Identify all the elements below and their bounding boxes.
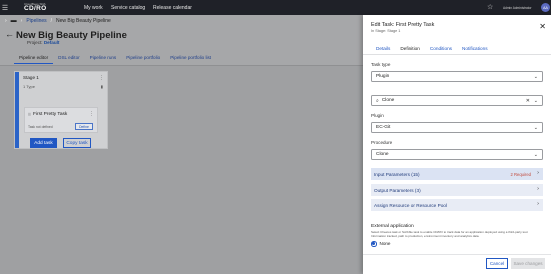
edit-task-dialog: Edit Task: First Pretty Task In Stage: S… (363, 15, 551, 274)
external-application-title: External application (371, 224, 414, 229)
assign-resource-label: Assign Resource or Resource Pool (374, 202, 447, 208)
chevron-right-icon[interactable]: › (5, 18, 7, 24)
procedure-label: Procedure (371, 140, 393, 145)
project-label: Project: (27, 40, 43, 45)
trash-icon[interactable]: ▮ (101, 84, 103, 89)
plugin-label: Plugin (371, 113, 384, 118)
dialog-subtitle: In Stage: Stage 1 (371, 29, 401, 33)
task-menu-icon[interactable]: ⋮ (89, 111, 94, 117)
dialog-title: Edit Task: First Pretty Task (371, 22, 435, 28)
procedure-value: Clone (376, 152, 389, 157)
tab-pipeline-runs[interactable]: Pipeline runs (85, 53, 122, 64)
assign-resource-accordion[interactable]: Assign Resource or Resource Pool › (371, 199, 543, 211)
clear-icon[interactable]: ✕ (526, 98, 530, 104)
task-type-value: Plugin (376, 74, 390, 79)
dialog-tab-divider (363, 54, 551, 55)
chevron-right-icon: › (537, 170, 539, 176)
project-line: Project: Default (27, 40, 59, 45)
radio-none-label: None (379, 241, 391, 247)
plugin-search-value: Clone (381, 98, 395, 103)
chevron-right-icon: › (537, 186, 539, 192)
chevron-down-icon: ⌄ (533, 125, 538, 131)
breadcrumb-separator: / (50, 18, 53, 24)
define-button[interactable]: Define (75, 123, 93, 130)
breadcrumb-separator: › (20, 18, 23, 24)
folder-icon[interactable]: ▬ (11, 18, 17, 24)
close-icon[interactable]: ✕ (539, 23, 546, 31)
task-type-select[interactable]: Plugin ⌄ (371, 71, 543, 82)
radio-button[interactable] (371, 241, 377, 247)
chevron-down-icon: ⌄ (533, 152, 538, 158)
breadcrumb-pipelines[interactable]: Pipelines (26, 18, 46, 24)
star-icon[interactable]: ☆ (487, 3, 493, 11)
page-tabs: Pipeline editor DSL editor Pipeline runs… (14, 53, 216, 64)
save-changes-button[interactable]: Save changes (511, 258, 545, 269)
required-badge: 2 Required (510, 171, 532, 177)
task-state: Task not defined (28, 125, 53, 129)
task-type-label: Task type (371, 62, 391, 67)
tab-pipeline-portfolio[interactable]: Pipeline portfolio (121, 53, 165, 64)
chevron-right-icon: › (537, 201, 539, 207)
brand-product: CD/RO (24, 4, 47, 12)
task-card[interactable]: ⠿ First Pretty Task ⋮ Task not defined D… (24, 107, 98, 133)
nav-my-work[interactable]: My work (84, 5, 103, 11)
chevron-down-icon[interactable]: ⌄ (534, 98, 538, 104)
stage-type-label: 1 Type (23, 84, 35, 89)
procedure-select[interactable]: Clone ⌄ (371, 149, 543, 160)
copy-task-button[interactable]: Copy task (63, 138, 91, 148)
input-parameters-accordion[interactable]: Input Parameters (15) 2 Required › (371, 168, 543, 180)
user-name[interactable]: Admin Administrator (503, 6, 532, 10)
stage-name: Stage 1 (23, 75, 39, 80)
tab-pipeline-portfolio-list[interactable]: Pipeline portfolio list (165, 53, 216, 64)
task-name: First Pretty Task (33, 112, 68, 117)
add-task-button[interactable]: Add task (30, 138, 57, 148)
output-parameters-label: Output Parameters (3) (374, 187, 421, 193)
stage-accent-strip (15, 72, 19, 148)
plugin-select[interactable]: EC-Git ⌄ (371, 122, 543, 133)
output-parameters-accordion[interactable]: Output Parameters (3) › (371, 184, 543, 196)
avatar[interactable]: AA (541, 3, 550, 12)
external-application-description: Select Cheetos task or Scribble task to … (371, 230, 529, 238)
brand-logo[interactable]: CloudBees SDA CD/RO (24, 2, 47, 13)
drag-handle-icon[interactable]: ⠿ (28, 112, 31, 117)
cancel-button[interactable]: Cancel (486, 258, 508, 269)
hamburger-menu-icon[interactable]: ☰ (0, 0, 10, 15)
top-bar: ☰ CloudBees SDA CD/RO My work Service ca… (0, 0, 551, 15)
input-parameters-label: Input Parameters (15) (374, 171, 420, 177)
tab-pipeline-editor[interactable]: Pipeline editor (14, 53, 54, 64)
nav-release-calendar[interactable]: Release calendar (153, 5, 192, 11)
dialog-footer-divider (363, 254, 551, 255)
stage-menu-icon[interactable]: ⋮ (99, 75, 104, 81)
breadcrumb-current: New Big Beauty Pipeline (56, 18, 111, 24)
tab-dsl-editor[interactable]: DSL editor (53, 53, 85, 64)
breadcrumb: › ▬ › Pipelines / New Big Beauty Pipelin… (5, 18, 111, 24)
plugin-value: EC-Git (376, 125, 391, 130)
back-arrow-icon[interactable]: ← (5, 29, 14, 39)
project-link[interactable]: Default (44, 40, 60, 45)
radio-none[interactable]: None (371, 241, 390, 247)
nav-service-catalog[interactable]: Service catalog (111, 5, 145, 11)
plugin-search-input[interactable]: ⌕ Clone ✕ ⌄ (371, 95, 543, 106)
chevron-down-icon: ⌄ (533, 74, 538, 80)
search-icon: ⌕ (376, 97, 379, 104)
radio-selected-dot (372, 242, 376, 246)
